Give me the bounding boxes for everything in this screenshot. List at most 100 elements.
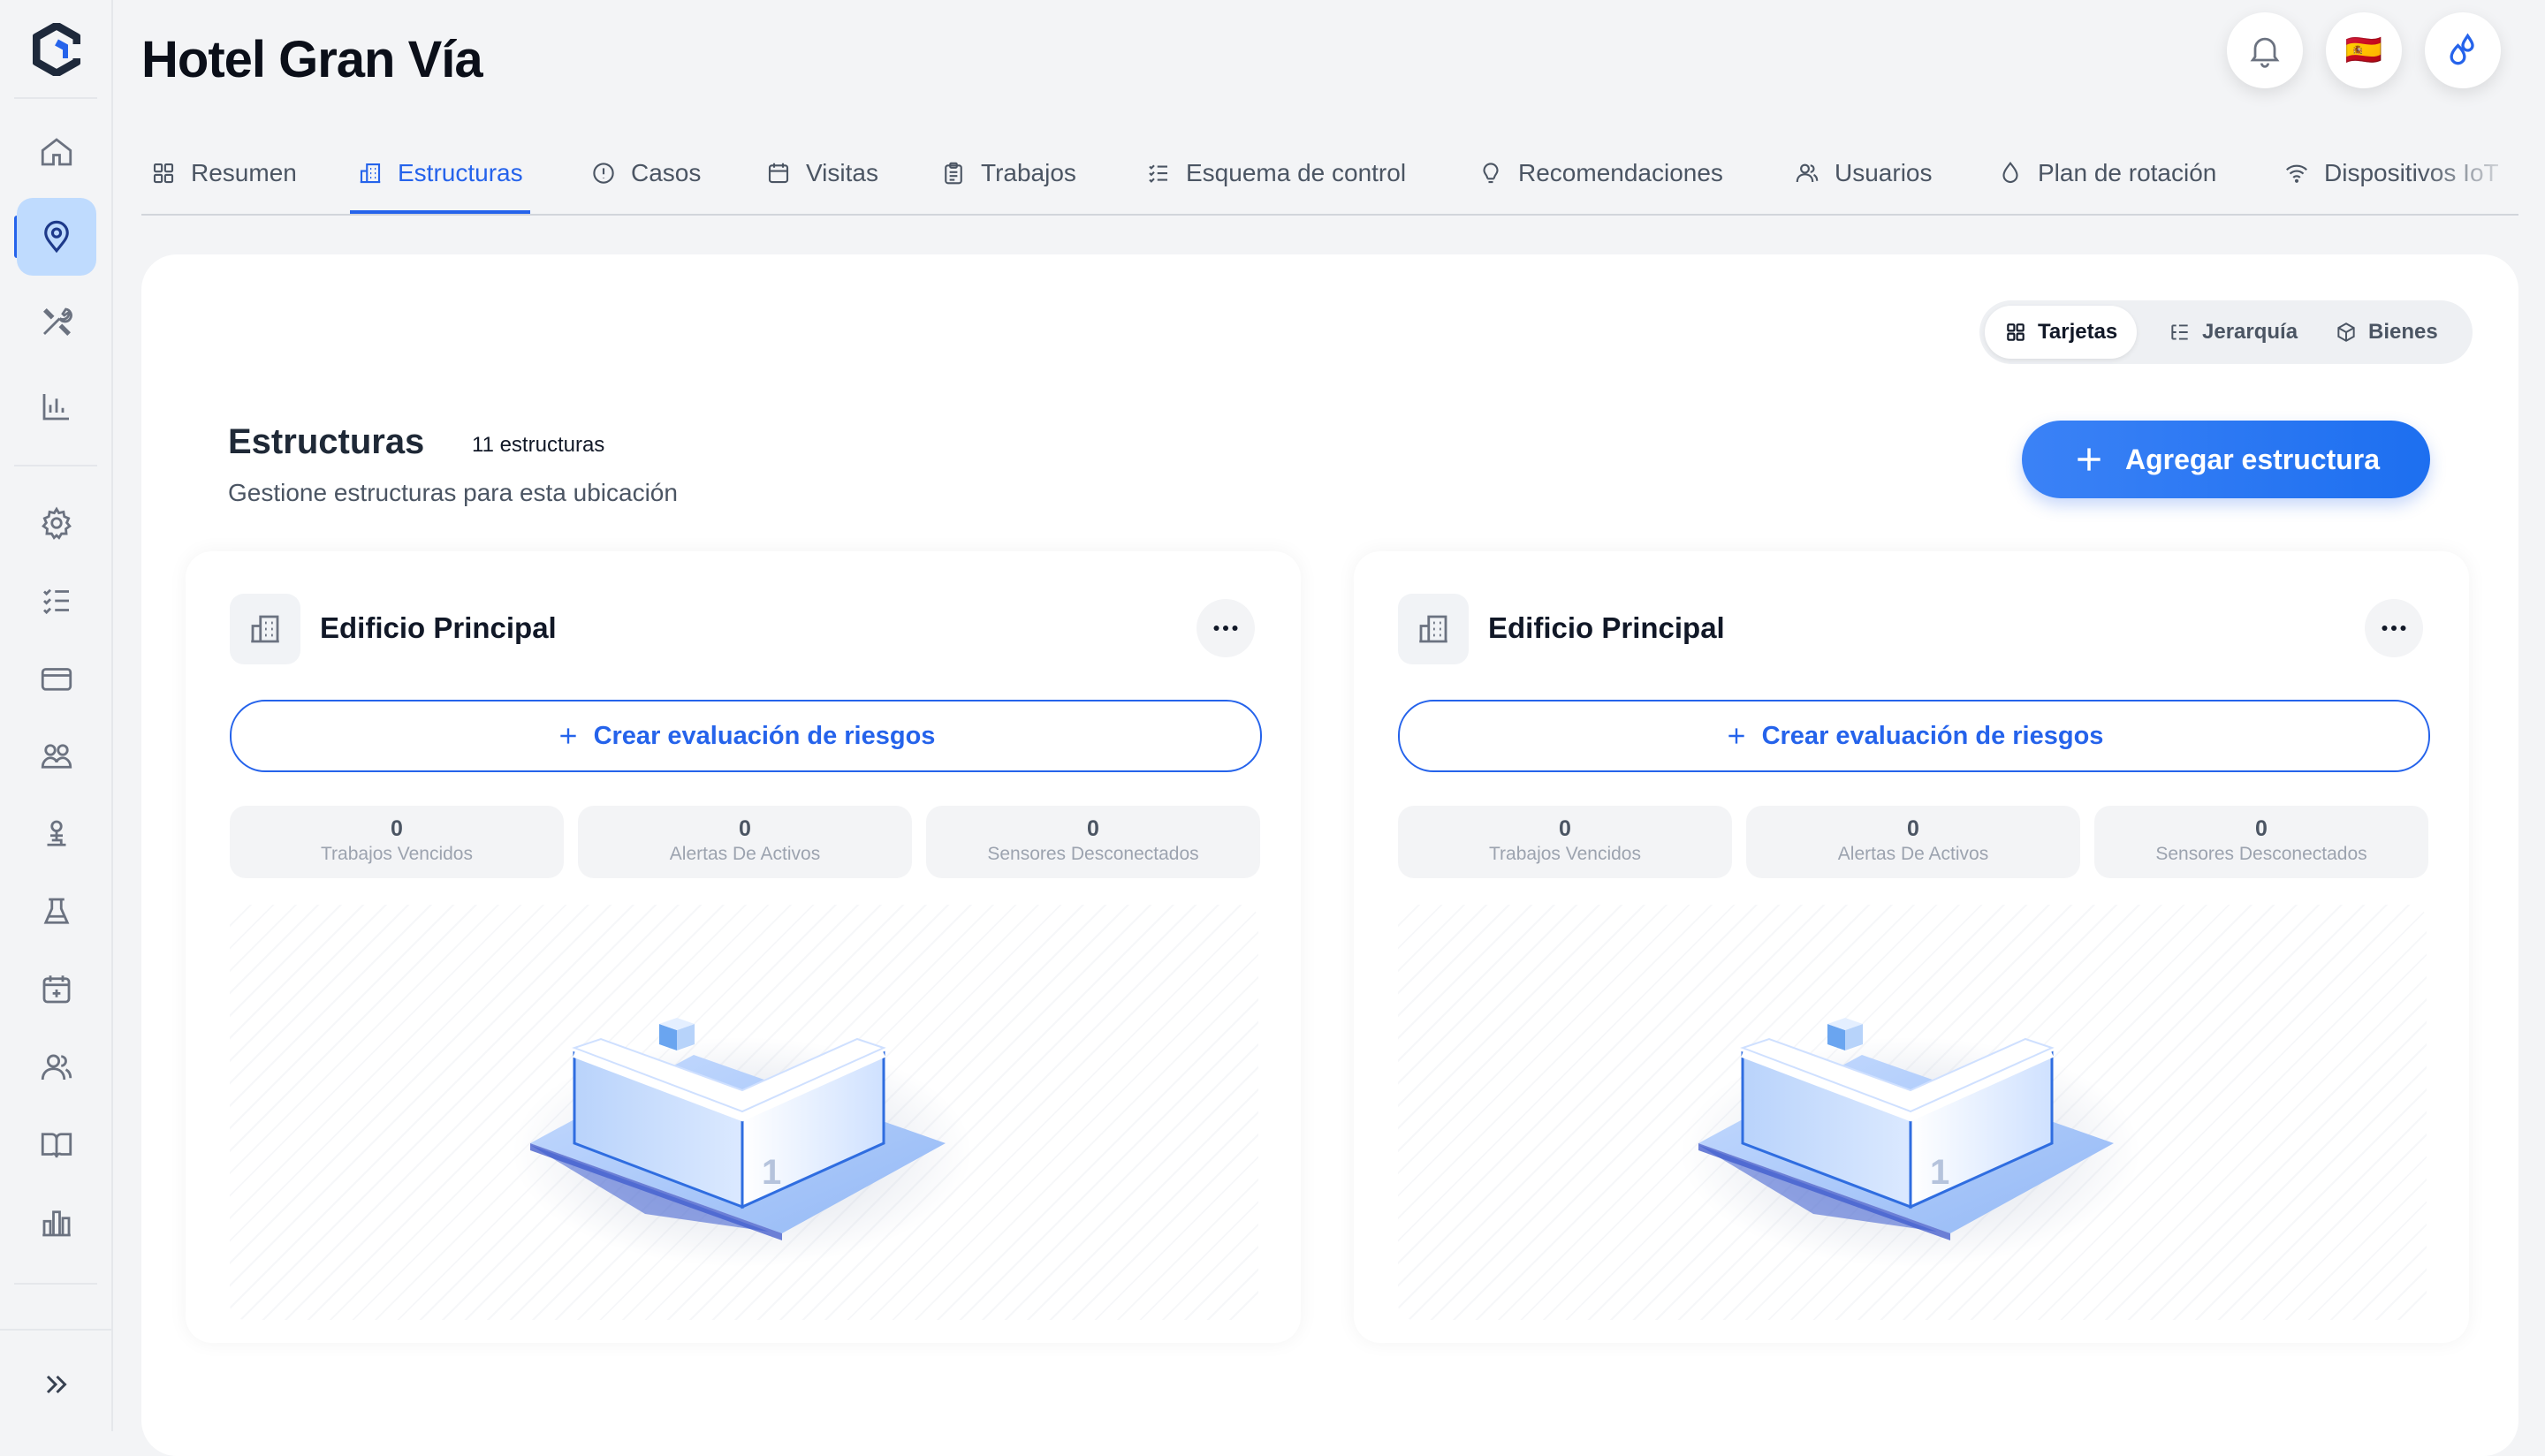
calendar-icon	[768, 163, 789, 184]
tab-label: Resumen	[191, 159, 297, 186]
sidebar-item-settings[interactable]	[17, 484, 96, 562]
spain-flag-icon: 🇪🇸	[2344, 34, 2383, 67]
tab-visitas[interactable]: Visitas	[765, 134, 878, 212]
more-options-button[interactable]	[2365, 599, 2423, 657]
sidebar-item-sampling[interactable]	[17, 795, 96, 873]
grid-icon	[2007, 323, 2025, 341]
home-icon	[41, 138, 72, 166]
add-structure-button[interactable]: Agregar estructura	[2022, 421, 2430, 498]
structure-icon-tile	[1398, 594, 1469, 664]
expand-sidebar-button[interactable]	[32, 1361, 80, 1408]
tab-plan-de-rotacion[interactable]: Plan de rotación	[1997, 134, 2216, 212]
building-icon	[360, 163, 381, 184]
sidebar-item-reports[interactable]	[17, 1184, 96, 1262]
stat-label: Trabajos Vencidos	[1489, 844, 1641, 864]
list-check-icon	[1149, 164, 1167, 183]
tools-icon	[43, 307, 72, 336]
tab-estructuras[interactable]: Estructuras	[350, 134, 530, 214]
sidebar-item-calendar[interactable]	[17, 951, 96, 1028]
book-icon	[41, 1133, 72, 1158]
sidebar-item-library[interactable]	[17, 1106, 96, 1184]
more-options-button[interactable]	[1197, 599, 1255, 657]
tab-label: Visitas	[806, 159, 878, 186]
structure-title: Edificio Principal	[1488, 611, 1725, 644]
plus-icon	[559, 728, 576, 744]
bar-chart-icon	[42, 394, 69, 421]
stat-alertas-de-activos: 0 Alertas De Activos	[578, 806, 912, 878]
sidebar-item-checklists[interactable]	[17, 562, 96, 640]
building-icon	[251, 615, 279, 643]
sidebar-item-tools[interactable]	[17, 283, 96, 360]
tab-recomendaciones[interactable]: Recomendaciones	[1478, 134, 1723, 212]
stat-value: 0	[739, 816, 751, 841]
tab-label: Usuarios	[1835, 159, 1933, 186]
notifications-button[interactable]	[2227, 12, 2303, 88]
users-icon	[1796, 163, 1819, 183]
hierarchy-icon	[2171, 324, 2188, 340]
tab-label: Plan de rotación	[2038, 159, 2217, 186]
page-title: Hotel Gran Vía	[141, 31, 483, 88]
structure-card[interactable]: Edificio Principal Crear evaluación de r…	[1354, 551, 2469, 1343]
structure-illustration-area: 1	[230, 905, 1258, 1320]
tab-resumen[interactable]: Resumen	[150, 134, 297, 212]
app-logo-icon[interactable]	[33, 23, 80, 76]
view-switch: Tarjetas Jerarquía Bienes	[1979, 300, 2473, 364]
floor-number: 1	[1930, 1153, 1949, 1192]
view-option-jerarquia[interactable]: Jerarquía	[2149, 306, 2317, 359]
section-title: Estructuras	[228, 422, 425, 461]
clipboard-icon	[945, 162, 962, 185]
tab-casos[interactable]: Casos	[590, 134, 701, 212]
location-tabs: Resumen Estructuras Casos Visitas Trabaj…	[141, 134, 2518, 216]
lightbulb-icon	[1483, 163, 1499, 184]
water-drops-icon	[2450, 33, 2474, 65]
sidebar-item-locations[interactable]	[17, 198, 96, 276]
tab-label: Recomendaciones	[1518, 159, 1723, 186]
more-horizontal-icon	[1213, 626, 1238, 631]
sidebar-item-users[interactable]	[17, 1028, 96, 1106]
view-option-label: Tarjetas	[2038, 320, 2118, 344]
tab-label: Esquema de control	[1186, 159, 1407, 186]
stat-value: 0	[1907, 816, 1919, 841]
view-option-tarjetas[interactable]: Tarjetas	[1985, 306, 2138, 359]
create-risk-assessment-label: Crear evaluación de riesgos	[1761, 721, 2104, 750]
view-option-bienes[interactable]: Bienes	[2315, 306, 2458, 359]
structure-illustration-area: 1	[1398, 905, 2427, 1320]
stat-trabajos-vencidos: 0 Trabajos Vencidos	[230, 806, 564, 878]
view-option-label: Jerarquía	[2202, 320, 2298, 344]
isometric-floor-illustration: 1	[1681, 1018, 2140, 1267]
sidebar-item-analytics[interactable]	[17, 368, 96, 445]
brand-button[interactable]	[2425, 12, 2501, 88]
stat-label: Alertas De Activos	[669, 844, 821, 864]
wifi-icon	[2286, 164, 2307, 183]
sidebar-divider	[14, 97, 97, 99]
tab-label: Trabajos	[981, 159, 1076, 186]
tap-icon	[47, 820, 66, 846]
stat-sensores-desconectados: 0 Sensores Desconectados	[2094, 806, 2428, 878]
tab-usuarios[interactable]: Usuarios	[1794, 134, 1932, 212]
stat-label: Trabajos Vencidos	[321, 844, 473, 864]
sidebar-item-laboratory[interactable]	[17, 873, 96, 951]
gear-icon	[42, 506, 72, 540]
sidebar-divider	[14, 1283, 97, 1285]
isometric-floor-illustration: 1	[513, 1018, 972, 1267]
grid-icon	[153, 163, 174, 184]
create-risk-assessment-button[interactable]: Crear evaluación de riesgos	[1398, 700, 2430, 772]
structure-card[interactable]: Edificio Principal Crear evaluación de r…	[186, 551, 1301, 1343]
stat-alertas-de-activos: 0 Alertas De Activos	[1746, 806, 2080, 878]
sidebar-item-teams[interactable]	[17, 717, 96, 795]
language-button[interactable]: 🇪🇸	[2326, 12, 2402, 88]
tab-trabajos[interactable]: Trabajos	[940, 134, 1076, 212]
tab-esquema-de-control[interactable]: Esquema de control	[1145, 134, 1406, 212]
sidebar-item-home[interactable]	[17, 113, 96, 191]
stat-label: Sensores Desconectados	[987, 844, 1199, 864]
calendar-plus-icon	[42, 975, 71, 1004]
sidebar-item-billing[interactable]	[17, 640, 96, 717]
create-risk-assessment-button[interactable]: Crear evaluación de riesgos	[230, 700, 1262, 772]
box-icon	[2337, 322, 2355, 342]
stat-sensores-desconectados: 0 Sensores Desconectados	[926, 806, 1260, 878]
tab-label: Estructuras	[398, 159, 523, 186]
buildings-chart-icon	[42, 1210, 71, 1237]
users-icon	[41, 1054, 72, 1081]
section-subtitle: Gestione estructuras para esta ubicación	[228, 479, 678, 506]
structure-icon-tile	[230, 594, 300, 664]
